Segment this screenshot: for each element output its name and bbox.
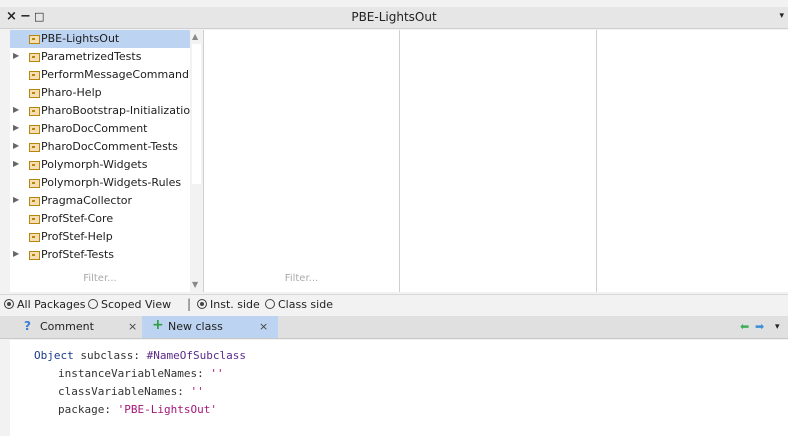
package-item[interactable]: ▶ PharoBootstrap-Initialization [10,102,190,120]
plus-icon: + [152,317,164,333]
package-item[interactable]: Polymorph-Widgets-Rules [10,174,190,192]
package-item[interactable]: PerformMessageCommandLi [10,66,190,84]
package-icon [29,251,40,260]
package-item[interactable]: PBE-LightsOut [10,30,190,48]
expand-arrow-icon[interactable]: ▶ [13,123,19,132]
close-icon[interactable]: × [259,320,268,333]
question-icon: ? [24,319,31,333]
protocol-pane [400,30,597,292]
package-item[interactable]: ProfStef-Help [10,228,190,246]
code-line-4: package: 'PBE-LightsOut' [58,403,217,416]
scroll-up-icon[interactable]: ▲ [192,32,198,41]
package-icon [29,143,40,152]
package-icon [29,179,40,188]
package-label: ParametrizedTests [41,50,142,63]
package-icon [29,161,40,170]
package-icon [29,53,40,62]
package-label: PharoDocComment-Tests [41,140,178,153]
package-icon [29,35,40,44]
back-arrow-icon[interactable]: ⬅ [740,320,749,333]
radio-all-packages[interactable]: All Packages [4,298,85,311]
code-line-1: Object subclass: #NameOfSubclass [34,349,246,362]
window-title: PBE-LightsOut [351,10,437,24]
tab-menu-icon[interactable]: ▾ [775,322,780,332]
package-label: PragmaCollector [41,194,133,207]
method-pane [597,30,788,292]
tab-comment[interactable]: ? Comment × [18,316,140,338]
package-pane: PBE-LightsOut ▶ ParametrizedTests PerformMe… [10,30,204,292]
package-icon [29,107,40,116]
radio-class-side[interactable]: Class side [265,298,333,311]
editor-tab-bar: ? Comment × + New class × ⬅ ➡ ▾ [0,316,788,339]
radio-scoped-view[interactable]: Scoped View [88,298,171,311]
class-pane: Filter... [204,30,400,292]
scrollbar-thumb[interactable] [192,44,201,184]
package-label: PharoDocComment [41,122,148,135]
package-icon [29,215,40,224]
package-list: PBE-LightsOut ▶ ParametrizedTests PerformMe… [10,30,190,278]
package-label: Polymorph-Widgets-Rules [41,176,182,189]
scope-radio-bar: All Packages Scoped View | Inst. side Cl… [0,294,788,315]
package-label: PerformMessageCommandLi [41,68,190,81]
code-editor[interactable]: Object subclass: #NameOfSubclass instanc… [10,340,788,436]
package-item[interactable]: ▶ PharoDocComment-Tests [10,138,190,156]
package-label: ProfStef-Core [41,212,114,225]
package-label: PharoBootstrap-Initialization [41,104,190,117]
package-label: ProfStef-Tests [41,248,115,261]
package-item[interactable]: ▶ PharoDocComment [10,120,190,138]
package-item[interactable]: ▶ PragmaCollector [10,192,190,210]
expand-arrow-icon[interactable]: ▶ [13,51,19,60]
package-label: PBE-LightsOut [41,32,120,45]
package-item[interactable]: ▶ ParametrizedTests [10,48,190,66]
package-icon [29,233,40,242]
package-item[interactable]: ProfStef-Core [10,210,190,228]
package-icon [29,197,40,206]
system-browser-window: × − □ PBE-LightsOut ▾ PBE-LightsOut ▶ Para… [0,0,788,436]
radio-separator: | [187,297,192,311]
tab-new-class[interactable]: + New class × [142,316,278,338]
forward-arrow-icon[interactable]: ➡ [755,320,764,333]
scroll-down-icon[interactable]: ▼ [192,280,198,289]
tab-new-class-label: New class [168,320,223,333]
package-icon [29,71,40,80]
package-label: Polymorph-Widgets [41,158,148,171]
expand-arrow-icon[interactable]: ▶ [13,141,19,150]
package-item[interactable]: Pharo-Help [10,84,190,102]
code-line-2: instanceVariableNames: '' [58,367,224,380]
window-menu-icon[interactable]: ▾ [779,11,784,21]
package-item[interactable]: ▶ ProfStef-Tests [10,246,190,264]
package-label: ProfStef-Help [41,230,113,243]
class-filter-input[interactable]: Filter... [204,273,399,289]
radio-inst-side[interactable]: Inst. side [197,298,260,311]
package-scrollbar[interactable]: ▲ ▼ [190,30,203,292]
expand-arrow-icon[interactable]: ▶ [13,159,19,168]
tab-comment-label: Comment [40,320,94,333]
browser-panes: PBE-LightsOut ▶ ParametrizedTests PerformMe… [10,30,788,292]
package-filter-input[interactable]: Filter... [10,273,190,289]
title-bar: × − □ PBE-LightsOut ▾ [0,7,788,29]
expand-arrow-icon[interactable]: ▶ [13,195,19,204]
code-line-3: classVariableNames: '' [58,385,204,398]
expand-arrow-icon[interactable]: ▶ [13,249,19,258]
package-icon [29,89,40,98]
package-label: Pharo-Help [41,86,102,99]
package-icon [29,125,40,134]
expand-arrow-icon[interactable]: ▶ [13,105,19,114]
close-icon[interactable]: × [128,320,137,333]
package-item[interactable]: ▶ Polymorph-Widgets [10,156,190,174]
